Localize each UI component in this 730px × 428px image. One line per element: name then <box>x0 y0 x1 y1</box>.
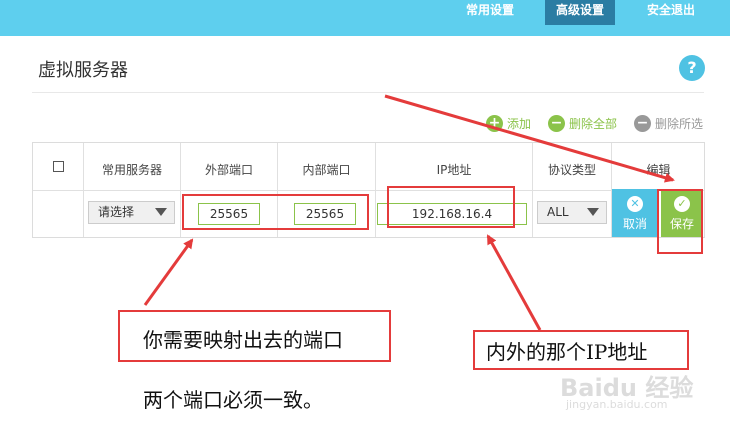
arrow-to-ip <box>486 234 542 331</box>
ip-note: 内外的那个IP地址 <box>486 340 648 364</box>
watermark-url: jingyan.baidu.com <box>566 398 668 411</box>
arrow-to-ports <box>143 238 194 306</box>
port-note-2: 两个端口必须一致。 <box>143 388 323 412</box>
port-note: 你需要映射出去的端口 <box>143 328 343 352</box>
arrow-to-save <box>384 94 675 183</box>
